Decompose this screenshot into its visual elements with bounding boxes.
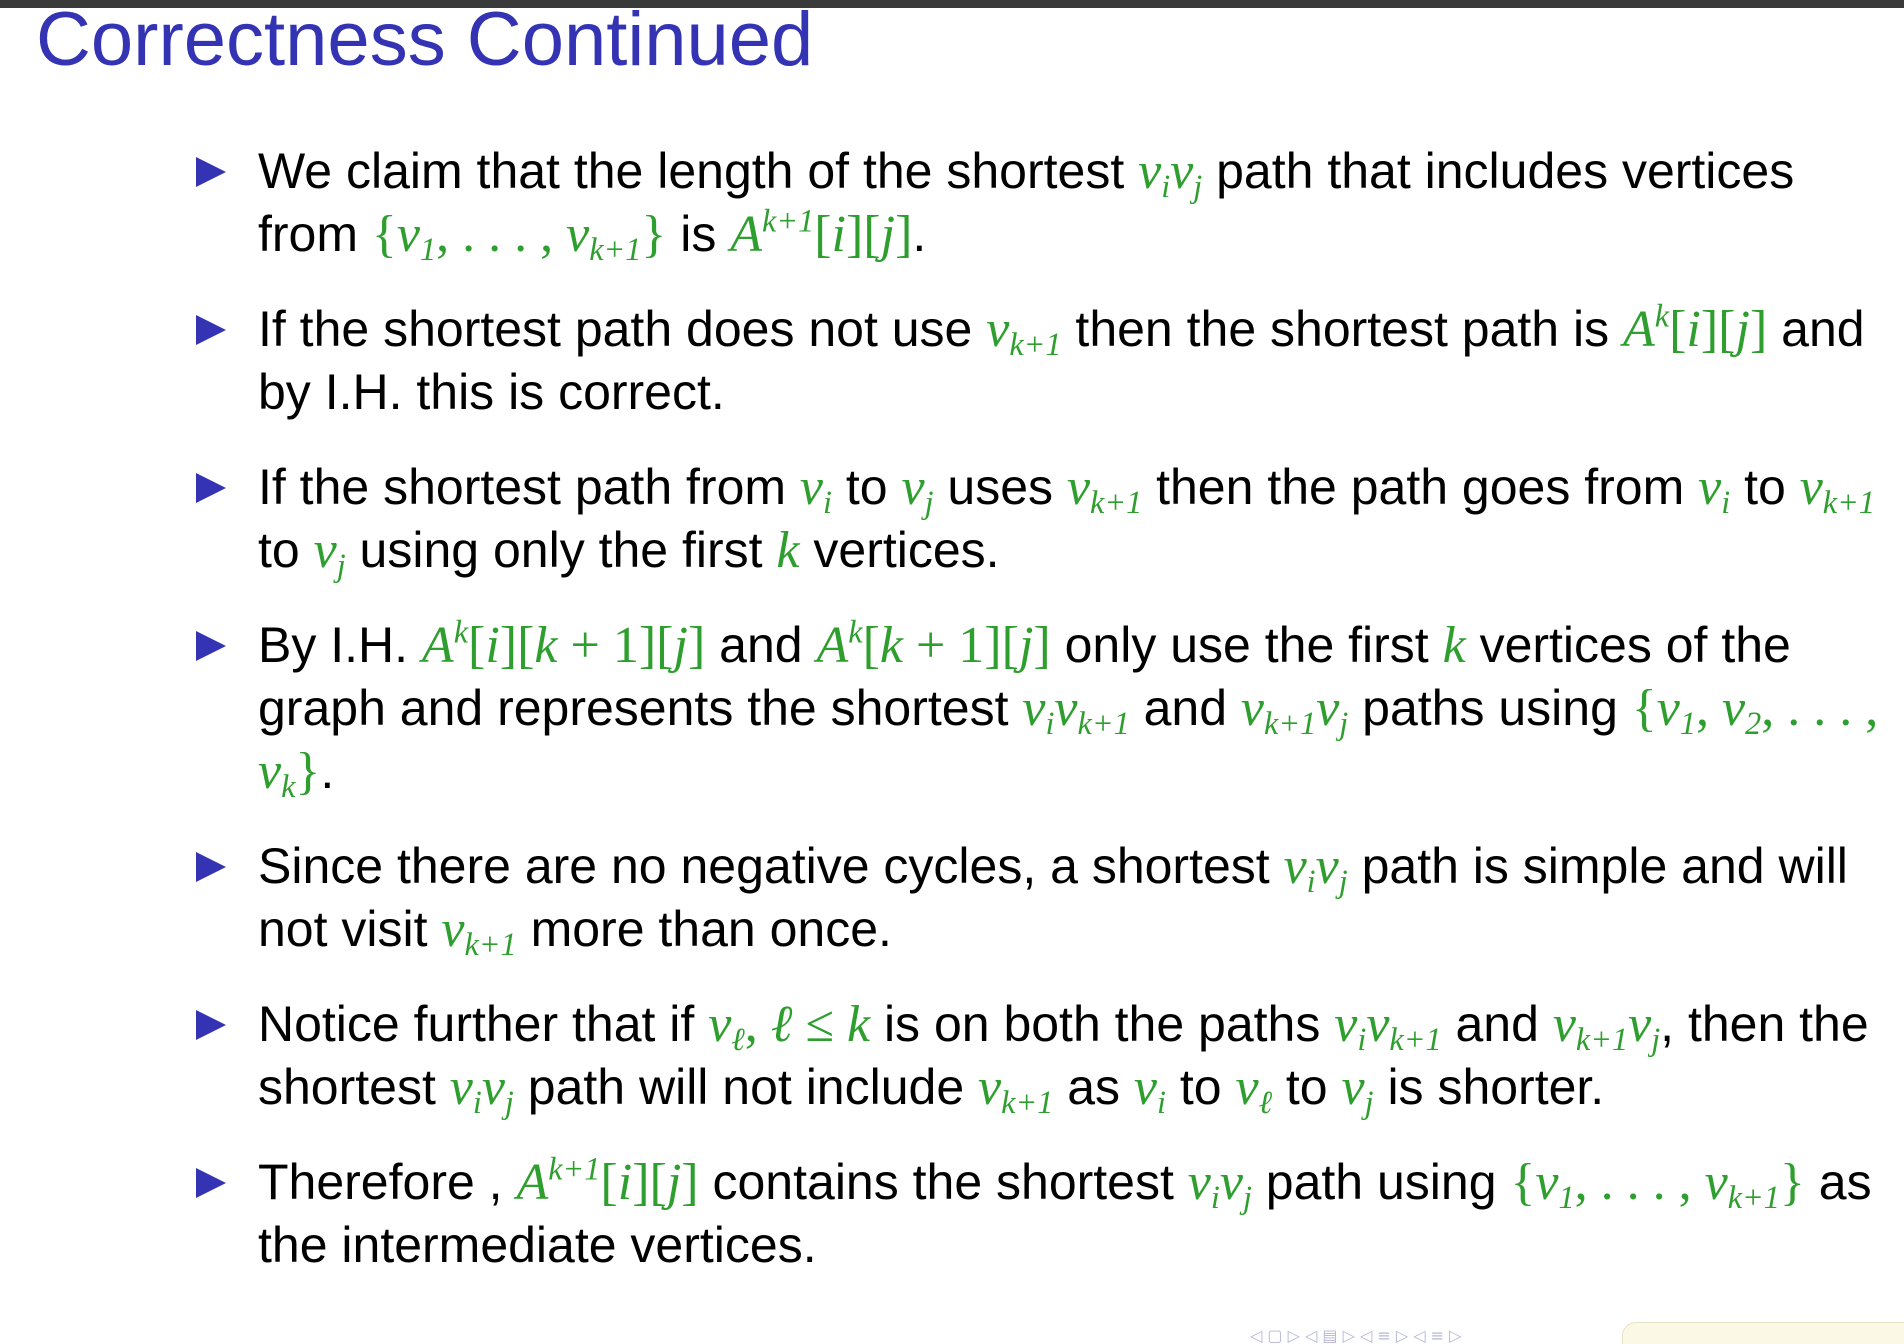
text-run: Since there are no negative cycles, a sh… bbox=[258, 838, 1284, 894]
text-run: contains the shortest bbox=[698, 1154, 1188, 1210]
text-run: to bbox=[1165, 1059, 1236, 1115]
text-run: uses bbox=[933, 459, 1067, 515]
slide-navigation-controls[interactable]: ◁ ▢ ▷ ◁ ▤ ▷ ◁ ≡ ▷ ◁ ≡ ▷ bbox=[1250, 1326, 1650, 1344]
bullet-item: Notice further that if vℓ, ℓ ≤ k is on b… bbox=[196, 993, 1896, 1119]
math-expression: Ak+1[i][j] bbox=[516, 1150, 699, 1211]
text-run: paths using bbox=[1348, 680, 1632, 736]
slide-title: Correctness Continued bbox=[36, 0, 814, 82]
math-expression: vi bbox=[1133, 1059, 1166, 1121]
triangle-bullet-icon bbox=[196, 1010, 226, 1040]
math-expression: Ak[i][k + 1][j] bbox=[421, 613, 706, 674]
bullet-text: By I.H. Ak[i][k + 1][j] and Ak[k + 1][j]… bbox=[258, 613, 1878, 803]
math-expression: vj bbox=[901, 459, 934, 521]
math-expression: Ak[i][j] bbox=[1622, 297, 1768, 358]
triangle-bullet-icon bbox=[196, 852, 226, 882]
math-expression: vj bbox=[313, 522, 346, 584]
math-expression: vivj bbox=[1283, 838, 1348, 900]
math-expression: vk+1vj bbox=[1552, 996, 1661, 1058]
math-expression: vk+1 bbox=[986, 301, 1062, 363]
math-expression: vivj bbox=[1187, 1154, 1252, 1216]
text-run: vertices. bbox=[799, 522, 1000, 578]
text-run: to bbox=[1272, 1059, 1342, 1115]
math-expression: Ak[k + 1][j] bbox=[816, 613, 1051, 674]
text-run: to bbox=[831, 459, 902, 515]
bullet-list: We claim that the length of the shortest… bbox=[196, 140, 1896, 1309]
math-expression: vk+1 bbox=[441, 901, 517, 963]
text-run: If the shortest path does not use bbox=[258, 301, 987, 357]
bullet-text: Since there are no negative cycles, a sh… bbox=[258, 838, 1848, 963]
text-run: is on both the paths bbox=[870, 996, 1335, 1052]
slide: Correctness Continued We claim that the … bbox=[0, 0, 1904, 1344]
bullet-item: If the shortest path from vi to vj uses … bbox=[196, 456, 1896, 582]
math-expression: vk+1 bbox=[978, 1059, 1054, 1121]
math-expression: k bbox=[1442, 617, 1466, 674]
bullet-text: Therefore , Ak+1[i][j] contains the shor… bbox=[258, 1150, 1872, 1273]
text-run: . bbox=[912, 206, 927, 262]
text-run: is shorter. bbox=[1373, 1059, 1605, 1115]
math-expression: vi bbox=[799, 459, 832, 521]
corner-panel bbox=[1622, 1322, 1904, 1344]
text-run: only use the first bbox=[1050, 617, 1443, 673]
math-expression: {v1, . . . , vk+1} bbox=[1510, 1154, 1805, 1216]
text-run: By I.H. bbox=[258, 617, 422, 673]
math-expression: vivj bbox=[449, 1059, 514, 1121]
text-run: . bbox=[320, 743, 335, 799]
math-expression: vivk+1 bbox=[1022, 680, 1130, 742]
text-run: is bbox=[666, 206, 731, 262]
text-run: to bbox=[258, 522, 314, 578]
bullet-item: We claim that the length of the shortest… bbox=[196, 140, 1896, 266]
bullet-text: Notice further that if vℓ, ℓ ≤ k is on b… bbox=[258, 996, 1869, 1121]
triangle-bullet-icon bbox=[196, 473, 226, 503]
math-expression: vk+1 bbox=[1066, 459, 1143, 521]
triangle-bullet-icon bbox=[196, 1168, 226, 1198]
math-expression: k bbox=[776, 522, 800, 579]
math-expression: vℓ, ℓ ≤ k bbox=[708, 996, 871, 1058]
text-run: Notice further that if bbox=[258, 996, 709, 1052]
bullet-item: If the shortest path does not use vk+1 t… bbox=[196, 298, 1896, 424]
text-run: and bbox=[1129, 680, 1241, 736]
text-run: then the path goes from bbox=[1142, 459, 1699, 515]
text-run: and bbox=[705, 617, 817, 673]
text-run: then the shortest path is bbox=[1061, 301, 1623, 357]
bullet-item: Since there are no negative cycles, a sh… bbox=[196, 835, 1896, 961]
text-run: Therefore , bbox=[258, 1154, 517, 1210]
text-run: and bbox=[1441, 996, 1553, 1052]
bullet-text: If the shortest path does not use vk+1 t… bbox=[258, 297, 1865, 420]
bullet-item: By I.H. Ak[i][k + 1][j] and Ak[k + 1][j]… bbox=[196, 614, 1896, 803]
text-run: more than once. bbox=[516, 901, 892, 957]
math-expression: {v1, . . . , vk+1} bbox=[371, 206, 667, 268]
text-run: to bbox=[1730, 459, 1800, 515]
bullet-text: We claim that the length of the shortest… bbox=[258, 143, 1794, 268]
math-expression: vj bbox=[1341, 1059, 1374, 1121]
text-run: using only the first bbox=[345, 522, 777, 578]
text-run: as bbox=[1053, 1059, 1134, 1115]
triangle-bullet-icon bbox=[196, 631, 226, 661]
math-expression: vi bbox=[1698, 459, 1731, 521]
text-run: path using bbox=[1251, 1154, 1511, 1210]
text-run: If the shortest path from bbox=[258, 459, 800, 515]
triangle-bullet-icon bbox=[196, 315, 226, 345]
math-expression: Ak+1[i][j] bbox=[730, 202, 913, 263]
math-expression: vk+1 bbox=[1799, 459, 1875, 521]
triangle-bullet-icon bbox=[196, 157, 226, 187]
math-expression: vivj bbox=[1138, 143, 1203, 205]
text-run: path will not include bbox=[513, 1059, 979, 1115]
math-expression: vivk+1 bbox=[1334, 996, 1442, 1058]
math-expression: vℓ bbox=[1235, 1059, 1272, 1121]
math-expression: vk+1vj bbox=[1240, 680, 1349, 742]
bullet-item: Therefore , Ak+1[i][j] contains the shor… bbox=[196, 1151, 1896, 1277]
bullet-text: If the shortest path from vi to vj uses … bbox=[258, 459, 1875, 584]
text-run: We claim that the length of the shortest bbox=[258, 143, 1139, 199]
